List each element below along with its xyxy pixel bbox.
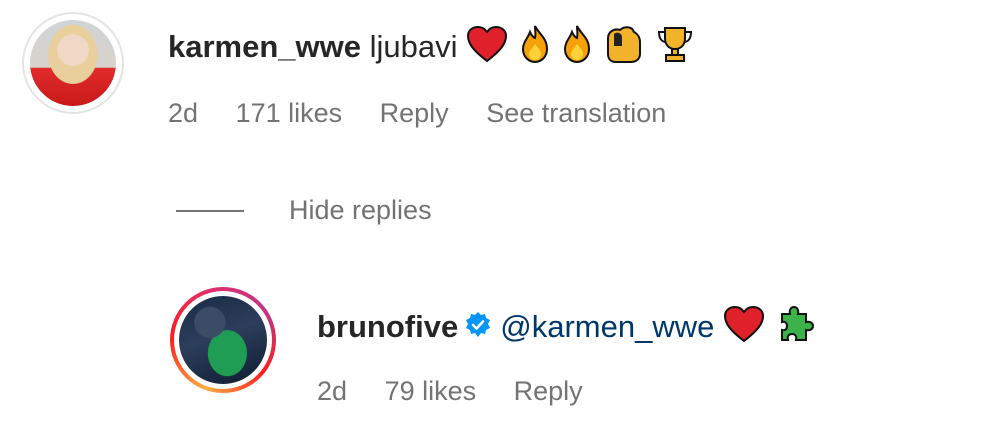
verified-badge-icon: [464, 309, 492, 349]
reply-mention[interactable]: @karmen_wwe: [500, 309, 714, 344]
reply-meta: 2d 79 likes Reply: [317, 374, 613, 408]
reply-likes[interactable]: 79 likes: [385, 376, 477, 406]
avatar-story-ring[interactable]: [170, 287, 276, 393]
trophy-icon: [655, 24, 695, 74]
see-translation-button[interactable]: See translation: [486, 98, 666, 128]
fire-icon: [519, 24, 551, 74]
reply-button[interactable]: Reply: [380, 98, 449, 128]
comment-body: karmen_wwe ljubavi: [168, 24, 697, 74]
fire-icon: [561, 24, 593, 74]
red-heart-icon: [723, 305, 765, 353]
reply-time: 2d: [317, 376, 348, 406]
avatar-photo: [30, 20, 116, 106]
hide-replies-button[interactable]: Hide replies: [289, 193, 432, 227]
comment-meta: 2d 171 likes Reply See translation: [168, 96, 696, 130]
comment-text: ljubavi: [369, 29, 458, 65]
flexed-biceps-icon: [604, 24, 644, 74]
comment-likes[interactable]: 171 likes: [236, 98, 343, 128]
avatar-photo: [179, 296, 267, 384]
avatar[interactable]: [22, 12, 124, 114]
reply-username[interactable]: brunofive: [317, 309, 458, 344]
green-puzzle-piece-icon: [776, 304, 816, 354]
comment-username[interactable]: karmen_wwe: [168, 29, 361, 64]
reply-button[interactable]: Reply: [514, 376, 583, 406]
comment-time: 2d: [168, 98, 199, 128]
reply-body: brunofive @karmen_wwe: [317, 304, 818, 354]
red-heart-icon: [466, 25, 508, 73]
hide-replies-divider: [176, 210, 244, 212]
